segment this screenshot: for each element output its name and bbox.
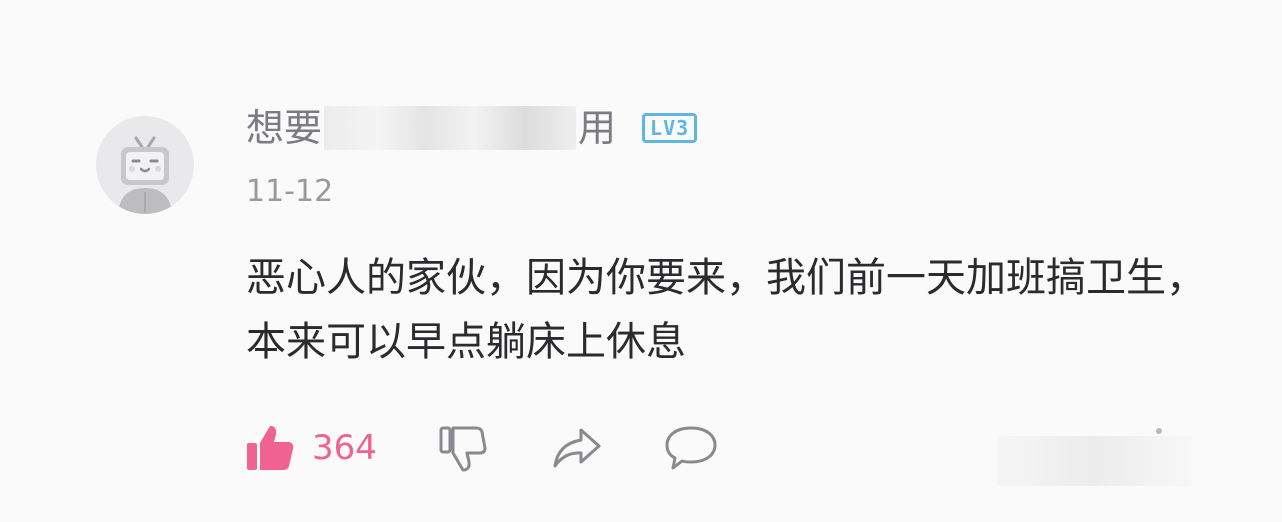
share-button[interactable]: [549, 422, 605, 474]
reply-button[interactable]: [663, 422, 719, 474]
avatar[interactable]: [96, 116, 194, 214]
username-row: 想要 用 LV3: [246, 104, 698, 152]
thumbs-up-filled-icon: [247, 426, 294, 470]
like-count: 364: [312, 428, 377, 468]
watermark-redaction: [998, 436, 1192, 486]
speech-bubble-icon: [665, 426, 717, 470]
username-prefix[interactable]: 想要: [246, 104, 322, 152]
comment-date: 11-12: [246, 174, 334, 209]
tv-mascot-icon: [118, 136, 172, 214]
level-badge: LV3: [642, 113, 698, 143]
username-redaction: [324, 106, 577, 150]
comment-item: 想要 用 LV3 11-12 恶心人的家伙，因为你要来，我们前一天加班搞卫生，本…: [0, 0, 1282, 522]
watermark-dot: [1156, 428, 1162, 434]
dislike-button[interactable]: [437, 422, 489, 474]
comment-actions: 364: [244, 420, 719, 476]
comment-text: 恶心人的家伙，因为你要来，我们前一天加班搞卫生，本来可以早点躺床上休息: [246, 255, 1206, 365]
like-button[interactable]: 364: [244, 422, 437, 474]
share-arrow-icon: [553, 428, 601, 468]
username-suffix[interactable]: 用: [578, 104, 616, 152]
thumbs-down-icon: [439, 426, 487, 472]
